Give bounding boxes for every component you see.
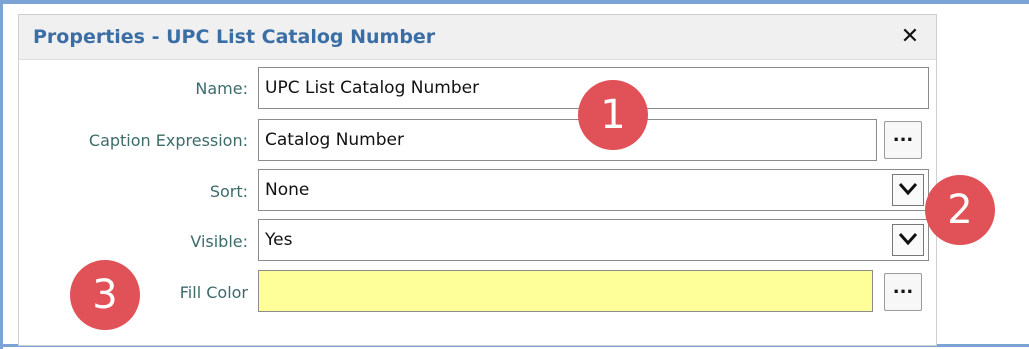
properties-panel: Properties - UPC List Catalog Number ✕ N… — [18, 14, 937, 346]
close-icon: ✕ — [900, 24, 920, 49]
callout-badge-1: 1 — [578, 80, 648, 150]
chevron-down-icon — [898, 183, 918, 196]
fill-color-label: Fill Color — [179, 283, 248, 302]
callout-badge-3: 3 — [70, 260, 140, 330]
visible-value: Yes — [265, 230, 293, 250]
callout-badge-2: 2 — [925, 175, 995, 245]
close-button[interactable]: ✕ — [896, 23, 924, 51]
sort-dropdown-button[interactable] — [892, 174, 924, 206]
panel-title: Properties - UPC List Catalog Number — [33, 26, 436, 48]
caption-expression-browse-button[interactable]: ... — [884, 121, 922, 159]
sort-label: Sort: — [209, 182, 248, 201]
caption-expression-input[interactable]: Catalog Number — [258, 119, 877, 161]
visible-dropdown-button[interactable] — [892, 224, 924, 256]
caption-expression-label: Caption Expression: — [88, 131, 248, 150]
fill-color-swatch[interactable] — [258, 270, 873, 312]
visible-select[interactable]: Yes — [258, 219, 929, 261]
window-left-border — [0, 0, 3, 349]
panel-header: Properties - UPC List Catalog Number ✕ — [19, 15, 936, 60]
fill-color-browse-button[interactable]: ... — [884, 273, 922, 311]
chevron-down-icon — [898, 233, 918, 246]
sort-value: None — [265, 180, 310, 200]
sort-select[interactable]: None — [258, 169, 929, 211]
visible-label: Visible: — [190, 232, 248, 251]
name-label: Name: — [195, 79, 248, 98]
window-top-border — [0, 0, 1029, 4]
